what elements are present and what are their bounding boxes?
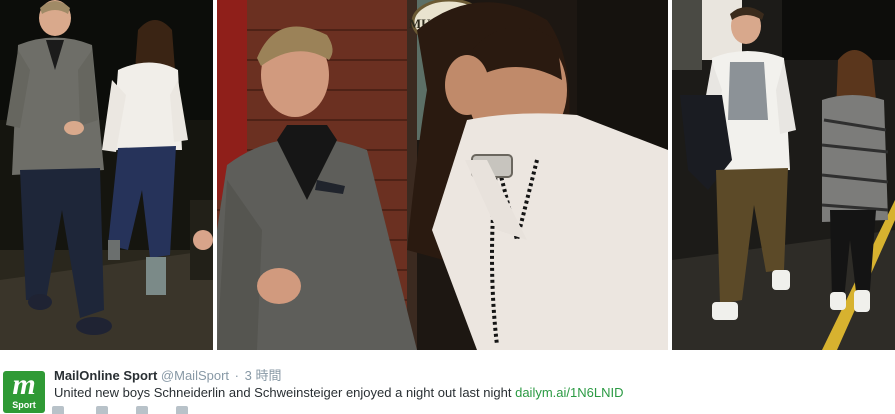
display-name[interactable]: MailOnline Sport xyxy=(54,368,157,383)
retweet-icon[interactable] xyxy=(96,406,108,414)
reply-icon[interactable] xyxy=(52,406,64,414)
tweet-link[interactable]: dailym.ai/1N6LNID xyxy=(515,385,623,400)
photo-right-image xyxy=(672,0,895,350)
favorite-icon[interactable] xyxy=(136,406,148,414)
tweet-header: MailOnline Sport @MailSport · 3 時間 xyxy=(54,368,281,384)
photo-center-image: MULLIGANS xyxy=(217,0,668,350)
timestamp[interactable]: 3 時間 xyxy=(245,368,282,383)
avatar-logo-mark: m xyxy=(12,371,36,401)
photo-grid: MULLIGANS xyxy=(0,0,895,350)
tweet-body: United new boys Schneiderlin and Schwein… xyxy=(54,385,512,400)
tweet: m Sport MailOnline Sport @MailSport · 3 … xyxy=(0,350,895,414)
avatar-logo-label: Sport xyxy=(12,400,36,410)
avatar[interactable]: m Sport xyxy=(3,371,45,413)
photo-left[interactable] xyxy=(0,0,213,350)
tweet-text: United new boys Schneiderlin and Schwein… xyxy=(54,385,623,401)
photo-left-image xyxy=(0,0,213,350)
user-handle[interactable]: @MailSport xyxy=(161,368,229,383)
photo-center[interactable]: MULLIGANS xyxy=(217,0,668,350)
separator: · xyxy=(234,368,239,383)
photo-right[interactable] xyxy=(672,0,895,350)
more-icon[interactable] xyxy=(176,406,188,414)
